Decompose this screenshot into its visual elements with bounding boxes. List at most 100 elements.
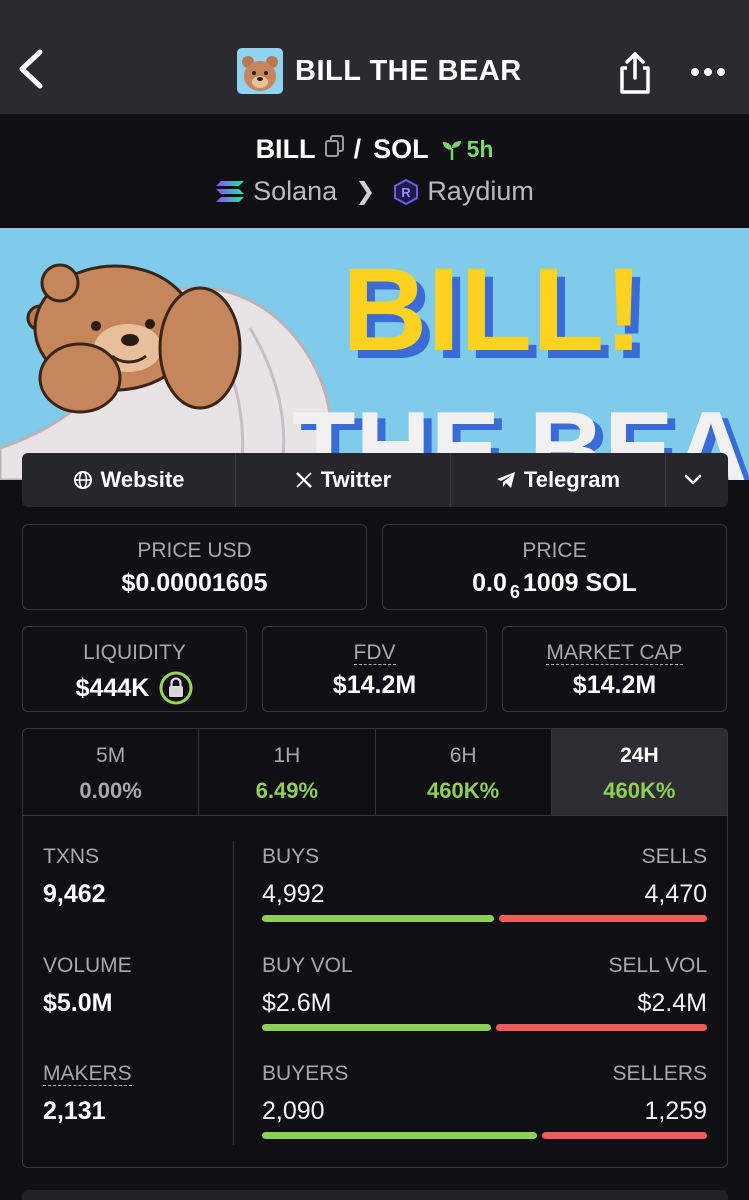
tab-label: 1H <box>273 744 301 767</box>
tab-label: 24H <box>620 744 659 767</box>
buy-vol-value: $2.6M <box>262 989 332 1017</box>
twitter-label: Twitter <box>320 467 392 492</box>
bear-avatar-icon <box>237 48 283 94</box>
next-section-card <box>22 1190 728 1200</box>
fdv-label-wrap: FDV <box>263 641 486 665</box>
telegram-icon <box>496 472 515 488</box>
sellers-bar <box>542 1132 707 1139</box>
buyers-bar <box>262 1132 537 1139</box>
bear-banner-image: BILL! BILL! THE BEAR THE BEAR <box>0 228 749 480</box>
social-links-bar: Website Twitter Telegram <box>22 453 728 507</box>
sellers-value: 1,259 <box>644 1097 707 1125</box>
copy-icon[interactable] <box>324 134 346 165</box>
share-icon <box>620 52 650 94</box>
sell-vol-value: $2.4M <box>637 989 707 1017</box>
price-native-zeros: 6 <box>509 582 520 602</box>
banner-line1: BILL! <box>342 244 643 376</box>
market-cap-value: $14.2M <box>572 671 657 699</box>
sprout-icon <box>442 140 461 160</box>
tab-1h[interactable]: 1H 6.49% <box>199 729 376 815</box>
x-logo-icon <box>295 472 312 488</box>
pair-age-text: 5h <box>466 136 494 162</box>
twitter-button[interactable]: Twitter <box>236 453 451 507</box>
txns-value: 9,462 <box>43 880 106 908</box>
liquidity-card: LIQUIDITY $444K <box>22 626 247 712</box>
chevron-right-icon: ❯ <box>355 178 376 205</box>
price-usd-label: PRICE USD <box>137 539 252 562</box>
price-usd-card: PRICE USD $0.00001605 <box>22 524 367 610</box>
chevron-left-icon <box>19 49 43 89</box>
market-cap-card: MARKET CAP $14.2M <box>502 626 727 712</box>
fdv-value: $14.2M <box>332 671 417 699</box>
base-symbol: BILL <box>255 134 316 164</box>
buys-label: BUYS <box>262 845 320 868</box>
quote-symbol: SOL <box>373 134 429 164</box>
stats-divider <box>233 841 234 1145</box>
price-native-label: PRICE <box>522 539 587 562</box>
timeframe-tabs: 5M 0.00% 1H 6.49% 6H 460K% 24H 460K% <box>22 728 728 816</box>
telegram-button[interactable]: Telegram <box>451 453 666 507</box>
price-usd-value: $0.00001605 <box>121 569 268 597</box>
pair-age: 5h <box>441 136 494 163</box>
sells-bar <box>499 915 707 922</box>
sells-value: 4,470 <box>644 880 707 908</box>
sell-vol-label: SELL VOL <box>608 954 707 977</box>
chain-dex-breadcrumb: Solana ❯ R Raydium <box>0 176 749 207</box>
liquidity-label: LIQUIDITY <box>83 641 186 664</box>
token-title: BILL THE BEAR <box>237 48 522 94</box>
chain-name[interactable]: Solana <box>253 176 337 207</box>
price-native-suffix: 1009 SOL <box>522 569 637 597</box>
tab-24h[interactable]: 24H 460K% <box>551 729 727 815</box>
solana-icon <box>215 180 245 204</box>
market-cap-label-wrap: MARKET CAP <box>503 641 726 665</box>
back-button[interactable] <box>14 46 54 96</box>
svg-text:R: R <box>402 185 412 200</box>
website-label: Website <box>100 467 185 492</box>
price-native-prefix: 0.0 <box>472 569 507 597</box>
tab-5m[interactable]: 5M 0.00% <box>23 729 200 815</box>
pair-info: BILL / SOL 5h Solana ❯ R Raydium <box>0 114 749 228</box>
market-cap-label[interactable]: MARKET CAP <box>546 641 683 665</box>
raydium-icon: R <box>393 178 419 205</box>
token-banner: BILL! BILL! THE BEAR THE BEAR <box>0 228 749 480</box>
sells-label: SELLS <box>641 845 707 868</box>
txns-label: TXNS <box>43 845 100 868</box>
buy-vol-bar <box>262 1024 491 1031</box>
website-button[interactable]: Website <box>22 453 236 507</box>
telegram-label: Telegram <box>523 467 621 492</box>
page-title: BILL THE BEAR <box>295 54 522 87</box>
tab-label: 6H <box>449 744 477 767</box>
dex-name[interactable]: Raydium <box>427 176 534 207</box>
buyers-label: BUYERS <box>262 1062 349 1085</box>
lock-icon[interactable] <box>159 671 193 705</box>
more-button[interactable] <box>686 60 730 84</box>
buys-bar <box>262 915 494 922</box>
tab-change: 6.49% <box>255 778 319 803</box>
share-button[interactable] <box>614 50 656 96</box>
pair-row: BILL / SOL 5h <box>0 134 749 165</box>
buy-vol-label: BUY VOL <box>262 954 353 977</box>
volume-label: VOLUME <box>43 954 132 977</box>
makers-label[interactable]: MAKERS <box>43 1062 132 1086</box>
volume-value: $5.0M <box>43 989 113 1017</box>
tab-change: 460K% <box>603 778 676 803</box>
tab-change: 460K% <box>427 778 500 803</box>
sellers-label: SELLERS <box>612 1062 707 1085</box>
liquidity-row: $444K <box>23 671 246 705</box>
more-dots-icon <box>691 68 725 76</box>
fdv-label[interactable]: FDV <box>353 641 396 665</box>
transaction-stats: TXNS 9,462 VOLUME $5.0M MAKERS 2,131 BUY… <box>22 815 728 1168</box>
makers-value: 2,131 <box>43 1097 106 1125</box>
tab-6h[interactable]: 6H 460K% <box>376 729 552 815</box>
token-avatar <box>237 48 283 94</box>
buyers-value: 2,090 <box>262 1097 325 1125</box>
app-header: BILL THE BEAR <box>0 0 749 114</box>
pair-separator: / <box>353 134 362 164</box>
tab-label: 5M <box>96 744 126 767</box>
buys-value: 4,992 <box>262 880 325 908</box>
liquidity-value: $444K <box>75 673 150 702</box>
chevron-down-icon <box>684 474 702 485</box>
sell-vol-bar <box>496 1024 707 1031</box>
expand-links-button[interactable] <box>666 453 728 507</box>
fdv-card: FDV $14.2M <box>262 626 487 712</box>
